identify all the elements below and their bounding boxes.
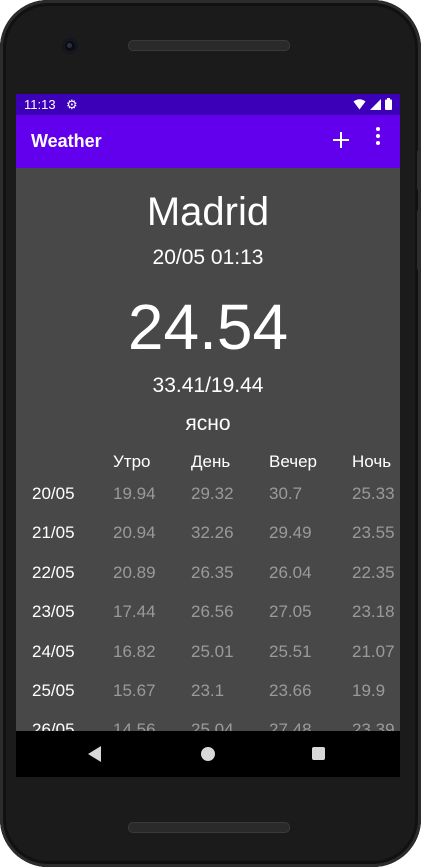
header-morning: Утро	[113, 452, 151, 471]
bottom-speaker	[128, 822, 290, 833]
row-date: 26/05	[32, 720, 75, 731]
row-date: 22/05	[32, 563, 75, 582]
cell-evening: 30.7	[269, 484, 303, 503]
cell-day: 32.26	[191, 523, 234, 542]
header-evening: Вечер	[269, 452, 317, 471]
cell-night: 23.18	[352, 602, 395, 621]
cell-morning: 17.44	[113, 602, 156, 621]
cell-day: 26.56	[191, 602, 234, 621]
cell-morning: 20.94	[113, 523, 156, 542]
cell-morning: 14.56	[113, 720, 156, 731]
system-nav-bar	[16, 731, 400, 777]
cell-day: 23.1	[191, 681, 225, 700]
home-icon[interactable]	[201, 747, 215, 761]
cell-evening: 25.51	[269, 642, 312, 661]
phone-frame: 11:13 ⚙ Weather Madrid 20/05 01:13 24.54…	[0, 0, 421, 867]
cell-morning: 15.67	[113, 681, 156, 700]
row-date: 25/05	[32, 681, 75, 700]
cell-evening: 27.05	[269, 602, 312, 621]
cell-night: 23.39	[352, 720, 395, 731]
cell-day: 25.04	[191, 720, 234, 731]
cell-evening: 29.49	[269, 523, 312, 542]
cell-evening: 27.48	[269, 720, 312, 731]
volume-button	[417, 210, 421, 270]
cell-night: 19.9	[352, 681, 386, 700]
overflow-menu-button[interactable]	[372, 127, 384, 155]
cell-morning: 16.82	[113, 642, 156, 661]
cell-night: 25.33	[352, 484, 395, 503]
gear-icon: ⚙	[66, 97, 78, 112]
cell-night: 23.55	[352, 523, 395, 542]
front-camera	[62, 38, 78, 54]
status-icons	[353, 98, 392, 110]
status-bar: 11:13 ⚙	[16, 94, 400, 115]
earpiece-speaker	[128, 40, 290, 51]
current-temperature: 24.54	[127, 291, 289, 363]
more-vert-icon	[376, 127, 380, 131]
power-button	[417, 150, 421, 190]
temperature-range: 33.41/19.44	[152, 374, 264, 397]
wifi-icon	[353, 98, 366, 109]
cell-morning: 20.89	[113, 563, 156, 582]
cell-evening: 26.04	[269, 563, 312, 582]
status-time: 11:13	[24, 97, 56, 112]
app-title: Weather	[31, 131, 102, 151]
header-night: Ночь	[352, 452, 392, 471]
app-toolbar: Weather	[16, 115, 400, 168]
plus-icon	[333, 132, 349, 148]
cell-day: 26.35	[191, 563, 234, 582]
row-date: 23/05	[32, 602, 75, 621]
cell-night: 21.07	[352, 642, 395, 661]
add-city-button[interactable]	[330, 123, 352, 155]
row-date: 24/05	[32, 642, 75, 661]
row-date: 21/05	[32, 523, 75, 542]
cell-morning: 19.94	[113, 484, 156, 503]
row-date: 20/05	[32, 484, 75, 503]
battery-icon	[385, 98, 392, 110]
signal-icon	[370, 98, 381, 110]
cell-night: 22.35	[352, 563, 395, 582]
weather-condition: ясно	[185, 412, 231, 435]
recents-icon[interactable]	[312, 747, 325, 760]
header-day: День	[191, 452, 231, 471]
cell-day: 25.01	[191, 642, 234, 661]
cell-day: 29.32	[191, 484, 234, 503]
cell-evening: 23.66	[269, 681, 312, 700]
back-icon[interactable]	[88, 746, 101, 762]
city-name: Madrid	[146, 190, 270, 234]
app-screen: 11:13 ⚙ Weather Madrid 20/05 01:13 24.54…	[16, 94, 400, 731]
current-datetime: 20/05 01:13	[152, 246, 264, 269]
